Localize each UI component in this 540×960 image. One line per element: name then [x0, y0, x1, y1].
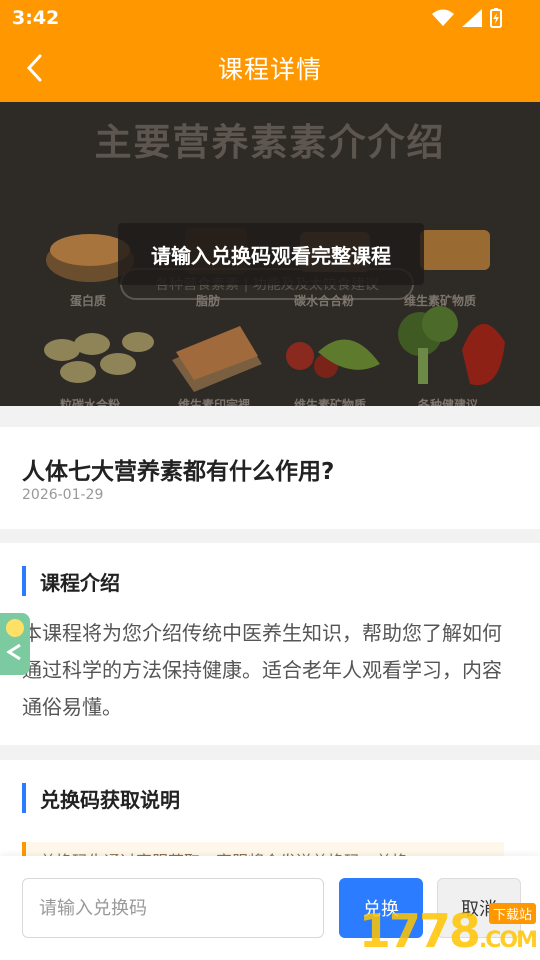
intro-text: 本课程将为您介绍传统中医养生知识，帮助您了解如何通过科学的方法保持健康。适合老年… — [22, 621, 502, 719]
redeem-info-card: 兑换码获取说明 兑换码生通过客服获取，客服将会发送兑换码，兑换 — [0, 760, 540, 866]
status-time: 3:42 — [12, 7, 60, 29]
section-accent-bar — [22, 566, 26, 596]
intro-card: 课程介绍 本课程将为您介绍传统中医养生知识，帮助您了解如何通过科学的方法保持健康… — [0, 543, 540, 745]
course-title: 人体七大营养素都有什么作用? — [22, 459, 335, 485]
food-label: 脂肪 — [196, 294, 221, 308]
section-title: 课程介绍 — [40, 570, 120, 595]
section-accent-bar — [22, 783, 26, 813]
wifi-icon — [432, 9, 454, 26]
floating-tab-icon — [6, 619, 24, 637]
header: 课程详情 — [0, 36, 540, 102]
redeem-code-input[interactable] — [22, 878, 324, 938]
redeem-heading: 兑换码获取说明 — [22, 782, 180, 814]
course-date: 2026-01-29 — [22, 487, 104, 503]
app-header-bar: 3:42 课程详情 — [0, 0, 540, 102]
food-label: 各种健建议 — [418, 398, 479, 406]
floating-side-tab[interactable] — [0, 613, 30, 675]
status-icons — [432, 8, 502, 28]
status-bar: 3:42 — [0, 0, 540, 36]
chevron-left-icon — [6, 643, 21, 661]
section-title: 兑换码获取说明 — [40, 787, 180, 812]
page-title: 课程详情 — [217, 55, 322, 84]
watermark-suffix: .COM — [478, 928, 538, 953]
food-label: 蛋白质 — [70, 294, 107, 308]
course-cover-image[interactable]: 主要营养素素介介绍 各种营食素素 | 功能及及太饺食建议 蛋白质 脂肪 碳水合合… — [0, 102, 540, 406]
signal-icon — [462, 9, 482, 27]
food-label: 碳水合合粉 — [294, 294, 355, 308]
intro-heading: 课程介绍 — [22, 565, 120, 597]
food-label: 维生素矿物质 — [294, 398, 367, 406]
watermark-number: 1778 — [358, 904, 481, 958]
watermark-logo: 1778.COM — [358, 904, 538, 958]
locked-overlay-message: 请输入兑换码观看完整课程 — [118, 223, 424, 285]
cover-heading: 主要营养素素介介绍 — [94, 121, 446, 164]
food-label: 粒碳水合粉 — [60, 398, 121, 406]
course-info: 人体七大营养素都有什么作用? 2026-01-29 — [0, 427, 540, 529]
battery-icon — [490, 8, 502, 28]
food-label: 维生素印宗裡 — [178, 398, 251, 406]
food-label: 维生素矿物质 — [404, 294, 477, 308]
